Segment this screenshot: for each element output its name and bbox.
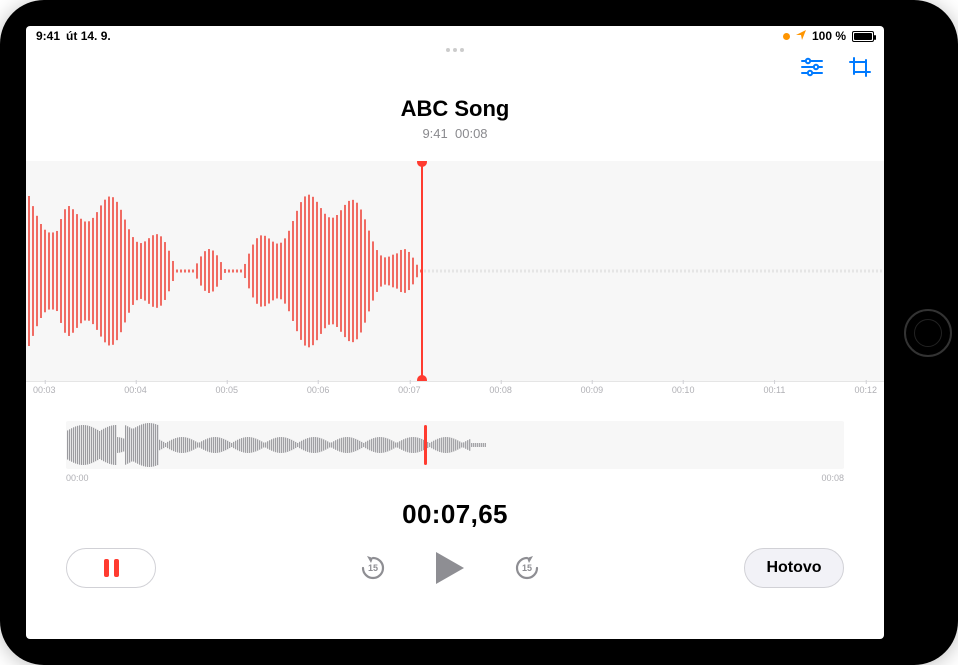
waveform-main[interactable] bbox=[26, 161, 884, 381]
status-bar: 9:41 út 14. 9. 100 % bbox=[26, 26, 884, 46]
skip-forward-label: 15 bbox=[512, 553, 542, 583]
overview-start-label: 00:00 bbox=[66, 473, 89, 483]
waveform-overview[interactable] bbox=[66, 421, 844, 469]
skip-back-button[interactable]: 15 bbox=[358, 553, 388, 583]
home-button[interactable] bbox=[904, 309, 952, 357]
ipad-frame: 9:41 út 14. 9. 100 % bbox=[0, 0, 958, 665]
pause-button[interactable] bbox=[66, 548, 156, 588]
recording-title[interactable]: ABC Song bbox=[26, 96, 884, 122]
timeline-tick: 00:11 bbox=[764, 385, 786, 395]
current-time: 00:07,65 bbox=[26, 499, 884, 530]
pause-icon bbox=[104, 559, 119, 577]
timeline-tick: 00:06 bbox=[307, 385, 330, 395]
timeline-tick: 00:12 bbox=[854, 385, 877, 395]
timeline-tick: 00:07 bbox=[398, 385, 421, 395]
timeline-tick: 00:08 bbox=[489, 385, 512, 395]
timeline-tick: 00:10 bbox=[672, 385, 695, 395]
done-button[interactable]: Hotovo bbox=[744, 548, 844, 588]
timeline-ruler[interactable]: 00:03 00:04 00:05 00:06 00:07 00:08 00:09 00:10… bbox=[26, 381, 884, 403]
status-time: 9:41 bbox=[36, 29, 60, 43]
overview-end-label: 00:08 bbox=[821, 473, 844, 483]
settings-sliders-icon[interactable] bbox=[800, 56, 824, 78]
trim-icon[interactable] bbox=[848, 56, 872, 78]
recording-subtitle: 9:41 00:08 bbox=[26, 126, 884, 141]
location-icon bbox=[796, 29, 806, 43]
play-button[interactable] bbox=[436, 552, 464, 584]
multitask-handle-icon[interactable] bbox=[26, 46, 884, 52]
overview-playhead[interactable] bbox=[424, 425, 427, 465]
skip-back-label: 15 bbox=[358, 553, 388, 583]
status-date: út 14. 9. bbox=[66, 29, 111, 43]
screen: 9:41 út 14. 9. 100 % bbox=[26, 26, 884, 639]
playhead[interactable] bbox=[421, 161, 423, 381]
timeline-tick: 00:05 bbox=[216, 385, 239, 395]
battery-icon bbox=[852, 31, 874, 42]
timeline-tick: 00:03 bbox=[33, 385, 56, 395]
status-battery-text: 100 % bbox=[812, 29, 846, 43]
recording-indicator-icon bbox=[783, 33, 790, 40]
skip-forward-button[interactable]: 15 bbox=[512, 553, 542, 583]
timeline-tick: 00:09 bbox=[581, 385, 604, 395]
timeline-tick: 00:04 bbox=[124, 385, 147, 395]
